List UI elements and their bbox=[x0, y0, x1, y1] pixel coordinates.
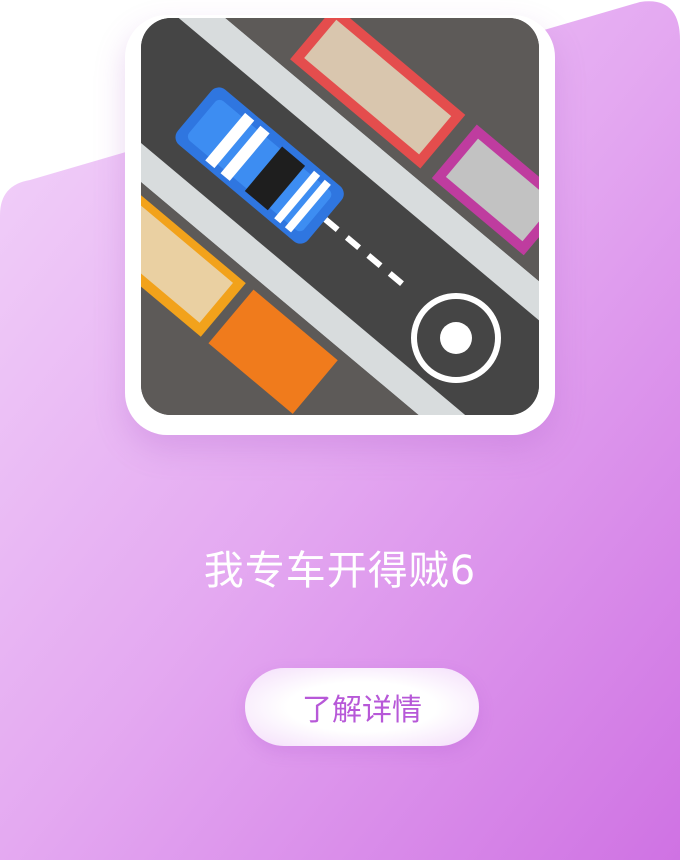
game-title: 我专车开得贼6 bbox=[203, 548, 477, 594]
learn-more-button[interactable]: 了解详情 bbox=[245, 668, 479, 746]
car-driving-game-icon[interactable] bbox=[141, 18, 539, 415]
